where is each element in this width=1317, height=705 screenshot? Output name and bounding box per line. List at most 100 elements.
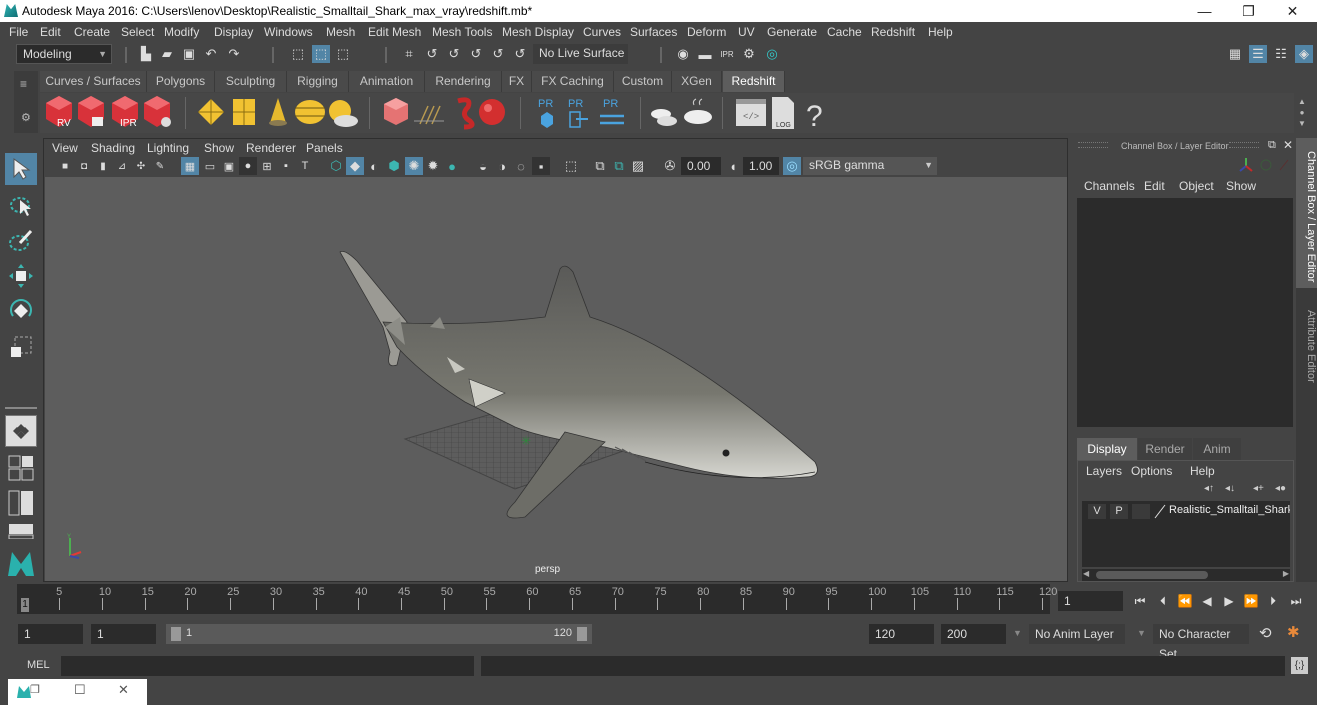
menu-redshift[interactable]: Redshift: [871, 25, 915, 39]
camera-attributes-icon[interactable]: ◘: [75, 157, 93, 175]
shelf-tab-fx-caching[interactable]: FX Caching: [532, 71, 614, 92]
use-all-lights-icon[interactable]: ✹: [424, 157, 442, 175]
script-editor-icon[interactable]: </>: [736, 99, 766, 126]
lasso-tool[interactable]: [5, 189, 37, 221]
smooth-shade-icon[interactable]: ◆: [346, 157, 364, 175]
exposure-field[interactable]: 0.00: [681, 157, 721, 175]
shelf-tab-animation[interactable]: Animation: [349, 71, 425, 92]
isolate-select-icon[interactable]: ⬚: [562, 157, 580, 175]
exposure-icon[interactable]: ✇: [661, 157, 679, 175]
vp-menu-view[interactable]: View: [52, 141, 78, 155]
anim-layer-dropdown[interactable]: No Anim Layer: [1029, 624, 1125, 644]
vp-menu-panels[interactable]: Panels: [306, 141, 343, 155]
restore-button[interactable]: ❐: [1226, 0, 1271, 22]
textured-icon[interactable]: ✺: [405, 157, 423, 175]
shelf-tab-rigging[interactable]: Rigging: [287, 71, 349, 92]
character-set-dropdown[interactable]: No Character Set: [1153, 624, 1249, 661]
menu-file[interactable]: File: [9, 25, 28, 39]
close-icon[interactable]: ✕: [118, 682, 129, 698]
script-editor-button[interactable]: {;}: [1291, 657, 1308, 674]
select-hierarchy-icon[interactable]: ⬚: [289, 45, 307, 63]
drag-handle[interactable]: [1078, 142, 1108, 148]
safe-title-icon[interactable]: T: [296, 157, 314, 175]
snap-curve-icon[interactable]: ↺: [423, 45, 441, 63]
shelf-tab-rendering[interactable]: Rendering: [425, 71, 502, 92]
side-tab-attribute-editor[interactable]: Attribute Editor: [1296, 292, 1317, 392]
redshift-spot-light-icon[interactable]: [269, 98, 287, 126]
scale-manip-icon[interactable]: [1279, 159, 1289, 171]
log-icon[interactable]: LOG: [772, 97, 794, 129]
pr-create-icon[interactable]: PR: [538, 98, 553, 128]
menu-mesh-tools[interactable]: Mesh Tools: [432, 25, 492, 39]
command-input[interactable]: [61, 656, 474, 676]
cb-menu-channels[interactable]: Channels: [1084, 179, 1135, 193]
modeling-toolkit-icon[interactable]: ▦: [1226, 45, 1244, 63]
rotate-tool[interactable]: [5, 295, 37, 327]
range-start-handle[interactable]: [171, 627, 181, 641]
chevron-down-icon[interactable]: ▼: [1013, 628, 1022, 638]
play-backward-button[interactable]: ◀: [1198, 592, 1216, 610]
scroll-right-icon[interactable]: ▶: [1283, 569, 1289, 578]
snap-view-plane-icon[interactable]: ↺: [467, 45, 485, 63]
new-layer-icon[interactable]: ◂+: [1253, 483, 1264, 494]
layer-tab-anim[interactable]: Anim: [1193, 438, 1241, 460]
scale-tool[interactable]: [5, 331, 37, 363]
pr-export-icon[interactable]: PR: [568, 98, 588, 128]
animation-start-field[interactable]: 1: [18, 624, 83, 644]
persp-outliner-layout[interactable]: [5, 487, 37, 519]
select-tool[interactable]: [5, 153, 37, 185]
2d-pan-zoom-icon[interactable]: ✣: [132, 157, 150, 175]
screen-space-ao-icon[interactable]: ◒: [474, 157, 492, 175]
layer-name[interactable]: Realistic_Smalltail_Shark: [1169, 504, 1290, 516]
vp-menu-show[interactable]: Show: [204, 141, 234, 155]
redshift-render-view-icon[interactable]: RV: [46, 96, 72, 129]
shelf-tab-polygons[interactable]: Polygons: [147, 71, 215, 92]
snap-live-icon[interactable]: ↺: [489, 45, 507, 63]
open-scene-icon[interactable]: ▰: [158, 45, 176, 63]
redshift-material-icon[interactable]: [457, 97, 475, 130]
scroll-thumb[interactable]: [1096, 571, 1208, 579]
bookmark-icon[interactable]: ▮: [94, 157, 112, 175]
safe-action-icon[interactable]: ▪: [277, 157, 295, 175]
film-gate-icon[interactable]: ▭: [201, 157, 219, 175]
play-forward-button[interactable]: ▶: [1220, 592, 1238, 610]
attribute-editor-toggle-icon[interactable]: ☰: [1249, 45, 1267, 63]
cb-menu-object[interactable]: Object: [1179, 179, 1214, 193]
step-back-key-button[interactable]: ⏴: [1154, 592, 1172, 610]
move-tool[interactable]: [5, 260, 37, 292]
shelf-menu-icon[interactable]: ≡: [20, 77, 27, 91]
menu-curves[interactable]: Curves: [583, 25, 621, 39]
menu-create[interactable]: Create: [74, 25, 110, 39]
field-chart-icon[interactable]: ⊞: [258, 157, 276, 175]
shelf-settings-icon[interactable]: ⚙: [21, 111, 31, 124]
redo-icon[interactable]: ↷: [225, 45, 243, 63]
maya-home-button[interactable]: [5, 547, 37, 579]
drag-handle[interactable]: [1229, 142, 1259, 148]
redshift-settings-icon[interactable]: [144, 96, 171, 127]
layer-type-toggle[interactable]: [1132, 504, 1150, 519]
shelf-tab-xgen[interactable]: XGen: [672, 71, 722, 92]
select-component-icon[interactable]: ⬚: [334, 45, 352, 63]
layer-color-icon[interactable]: [1154, 504, 1166, 519]
close-panel-icon[interactable]: ✕: [1283, 138, 1293, 152]
animation-preferences-icon[interactable]: ✱: [1287, 623, 1300, 641]
undo-icon[interactable]: ↶: [202, 45, 220, 63]
wireframe-icon[interactable]: ⬡: [327, 157, 345, 175]
menu-edit[interactable]: Edit: [40, 25, 61, 39]
layer-menu-help[interactable]: Help: [1190, 464, 1215, 478]
hypershade-icon[interactable]: ◎: [763, 45, 781, 63]
layer-tab-render[interactable]: Render: [1138, 438, 1192, 460]
menu-set-dropdown[interactable]: Modeling ▼: [16, 44, 112, 64]
menu-cache[interactable]: Cache: [827, 25, 862, 39]
channel-box-content[interactable]: [1077, 198, 1293, 427]
float-panel-icon[interactable]: ⧉: [1268, 139, 1276, 152]
view-transform-dropdown[interactable]: sRGB gamma ▼: [803, 157, 937, 175]
step-back-frame-key-button[interactable]: ⏪: [1176, 592, 1194, 610]
redshift-physical-light-icon[interactable]: [233, 99, 255, 125]
wireframe-on-shaded-icon[interactable]: ⬢: [385, 157, 403, 175]
bake-multi-icon[interactable]: [651, 109, 677, 126]
tool-settings-icon[interactable]: ☷: [1272, 45, 1290, 63]
xray-joints-icon[interactable]: ⧉: [610, 157, 628, 175]
redshift-sun-sky-icon[interactable]: [329, 100, 358, 127]
grid-toggle-icon[interactable]: ▦: [181, 157, 199, 175]
